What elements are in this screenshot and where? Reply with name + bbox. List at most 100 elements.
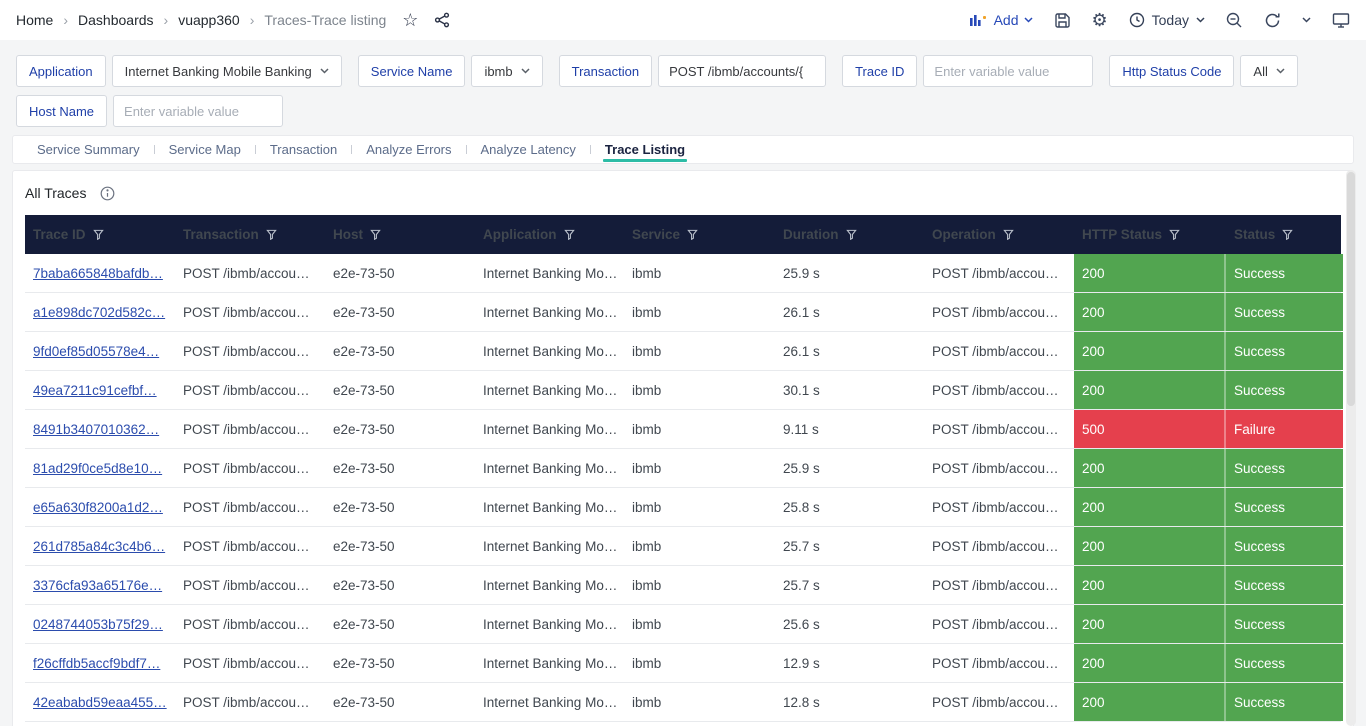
trace-id-link[interactable]: 7baba665848bafdb… xyxy=(33,266,163,281)
cell-duration: 26.1 s xyxy=(775,332,924,370)
breadcrumb-dashboards[interactable]: Dashboards xyxy=(78,12,154,28)
column-header-status[interactable]: Status xyxy=(1226,215,1343,254)
cell-status: Success xyxy=(1226,254,1343,292)
filter-funnel-icon[interactable] xyxy=(1169,229,1180,240)
tab-trace-listing[interactable]: Trace Listing xyxy=(591,136,699,163)
filter-funnel-icon[interactable] xyxy=(564,229,575,240)
filter-funnel-icon[interactable] xyxy=(370,229,381,240)
trace-id-input[interactable] xyxy=(923,55,1093,87)
cell-status: Success xyxy=(1226,605,1343,643)
cell-trace-id: 3376cfa93a65176e… xyxy=(25,566,175,604)
add-panel-button[interactable]: Add xyxy=(969,12,1033,28)
trace-id-link[interactable]: 42eababd59eaa455… xyxy=(33,695,167,710)
cell-duration: 25.7 s xyxy=(775,527,924,565)
trace-id-link[interactable]: 0248744053b75f29… xyxy=(33,617,163,632)
trace-id-link[interactable]: f26cffdb5accf9bdf7… xyxy=(33,656,160,671)
all-traces-panel: All Traces Trace ID Transaction Host App… xyxy=(12,170,1354,726)
tab-service-map[interactable]: Service Map xyxy=(155,136,255,163)
breadcrumb-home[interactable]: Home xyxy=(16,12,53,28)
trace-id-link[interactable]: e65a630f8200a1d2… xyxy=(33,500,163,515)
filter-funnel-icon[interactable] xyxy=(266,229,277,240)
service-name-select[interactable]: ibmb xyxy=(471,55,542,87)
filter-funnel-icon[interactable] xyxy=(1282,229,1293,240)
refresh-icon[interactable] xyxy=(1264,12,1281,29)
cell-service: ibmb xyxy=(624,566,775,604)
share-icon[interactable] xyxy=(434,12,450,28)
bar-chart-add-icon xyxy=(969,12,989,28)
tab-transaction[interactable]: Transaction xyxy=(256,136,351,163)
cell-transaction: POST /ibmb/accou… xyxy=(175,527,325,565)
table-row: e65a630f8200a1d2… POST /ibmb/accou… e2e-… xyxy=(25,488,1341,527)
breadcrumb-vuapp360[interactable]: vuapp360 xyxy=(178,12,240,28)
column-header-http-status[interactable]: HTTP Status xyxy=(1074,215,1226,254)
top-navigation-bar: Home › Dashboards › vuapp360 › Traces-Tr… xyxy=(0,0,1366,40)
zoom-out-icon[interactable] xyxy=(1226,12,1243,29)
tab-analyze-errors[interactable]: Analyze Errors xyxy=(352,136,465,163)
cell-host: e2e-73-50 xyxy=(325,683,475,721)
time-range-picker[interactable]: Today xyxy=(1129,12,1205,28)
trace-id-link[interactable]: 3376cfa93a65176e… xyxy=(33,578,162,593)
column-header-transaction[interactable]: Transaction xyxy=(175,215,325,254)
trace-id-link[interactable]: 81ad29f0ce5d8e10… xyxy=(33,461,162,476)
column-header-operation[interactable]: Operation xyxy=(924,215,1074,254)
column-header-service[interactable]: Service xyxy=(624,215,775,254)
application-value: Internet Banking Mobile Banking xyxy=(125,64,312,79)
trace-id-link[interactable]: a1e898dc702d582c… xyxy=(33,305,165,320)
monitor-kiosk-icon[interactable] xyxy=(1332,12,1350,29)
column-header-duration[interactable]: Duration xyxy=(775,215,924,254)
http-status-code-select[interactable]: All xyxy=(1240,55,1297,87)
application-select[interactable]: Internet Banking Mobile Banking xyxy=(112,55,342,87)
cell-trace-id: f26cffdb5accf9bdf7… xyxy=(25,644,175,682)
cell-status: Success xyxy=(1226,449,1343,487)
settings-gear-icon[interactable]: ⚙ xyxy=(1092,11,1108,29)
table-row: 8491b3407010362… POST /ibmb/accou… e2e-7… xyxy=(25,410,1341,449)
table-row: 0248744053b75f29… POST /ibmb/accou… e2e-… xyxy=(25,605,1341,644)
cell-operation: POST /ibmb/accou… xyxy=(924,683,1074,721)
cell-application: Internet Banking Mo… xyxy=(475,449,624,487)
scrollbar-thumb[interactable] xyxy=(1347,172,1355,406)
column-header-host[interactable]: Host xyxy=(325,215,475,254)
trace-id-link[interactable]: 261d785a84c3c4b6… xyxy=(33,539,165,554)
transaction-label: Transaction xyxy=(559,55,652,87)
table-row: f26cffdb5accf9bdf7… POST /ibmb/accou… e2… xyxy=(25,644,1341,683)
filter-funnel-icon[interactable] xyxy=(687,229,698,240)
cell-service: ibmb xyxy=(624,605,775,643)
vertical-scrollbar[interactable] xyxy=(1346,170,1356,726)
cell-duration: 9.11 s xyxy=(775,410,924,448)
cell-application: Internet Banking Mo… xyxy=(475,566,624,604)
cell-host: e2e-73-50 xyxy=(325,371,475,409)
panel-title: All Traces xyxy=(25,185,86,201)
refresh-interval-chevron-icon[interactable] xyxy=(1302,17,1311,23)
info-icon[interactable] xyxy=(100,186,115,201)
trace-id-link[interactable]: 49ea7211c91cefbf… xyxy=(33,383,157,398)
cell-operation: POST /ibmb/accou… xyxy=(924,644,1074,682)
filter-funnel-icon[interactable] xyxy=(93,229,104,240)
trace-id-link[interactable]: 9fd0ef85d05578e4… xyxy=(33,344,159,359)
transaction-input[interactable] xyxy=(658,55,826,87)
application-label: Application xyxy=(16,55,106,87)
trace-id-link[interactable]: 8491b3407010362… xyxy=(33,422,159,437)
chevron-down-icon xyxy=(320,68,329,74)
column-header-trace-id[interactable]: Trace ID xyxy=(25,215,175,254)
cell-status: Failure xyxy=(1226,410,1343,448)
cell-trace-id: 8491b3407010362… xyxy=(25,410,175,448)
filter-funnel-icon[interactable] xyxy=(846,229,857,240)
filter-funnel-icon[interactable] xyxy=(1003,229,1014,240)
service-name-label: Service Name xyxy=(358,55,466,87)
cell-trace-id: 81ad29f0ce5d8e10… xyxy=(25,449,175,487)
save-dashboard-icon[interactable] xyxy=(1054,12,1071,29)
column-header-application[interactable]: Application xyxy=(475,215,624,254)
table-header-row: Trace ID Transaction Host Application Se… xyxy=(25,215,1341,254)
star-icon[interactable]: ☆ xyxy=(402,10,418,31)
clock-icon xyxy=(1129,12,1145,28)
cell-operation: POST /ibmb/accou… xyxy=(924,566,1074,604)
cell-status: Success xyxy=(1226,293,1343,331)
cell-host: e2e-73-50 xyxy=(325,293,475,331)
host-name-input[interactable] xyxy=(113,95,283,127)
cell-http-status: 200 xyxy=(1074,683,1226,721)
tab-service-summary[interactable]: Service Summary xyxy=(23,136,154,163)
http-status-code-label: Http Status Code xyxy=(1109,55,1234,87)
cell-application: Internet Banking Mo… xyxy=(475,293,624,331)
tab-analyze-latency[interactable]: Analyze Latency xyxy=(467,136,590,163)
cell-duration: 26.1 s xyxy=(775,293,924,331)
